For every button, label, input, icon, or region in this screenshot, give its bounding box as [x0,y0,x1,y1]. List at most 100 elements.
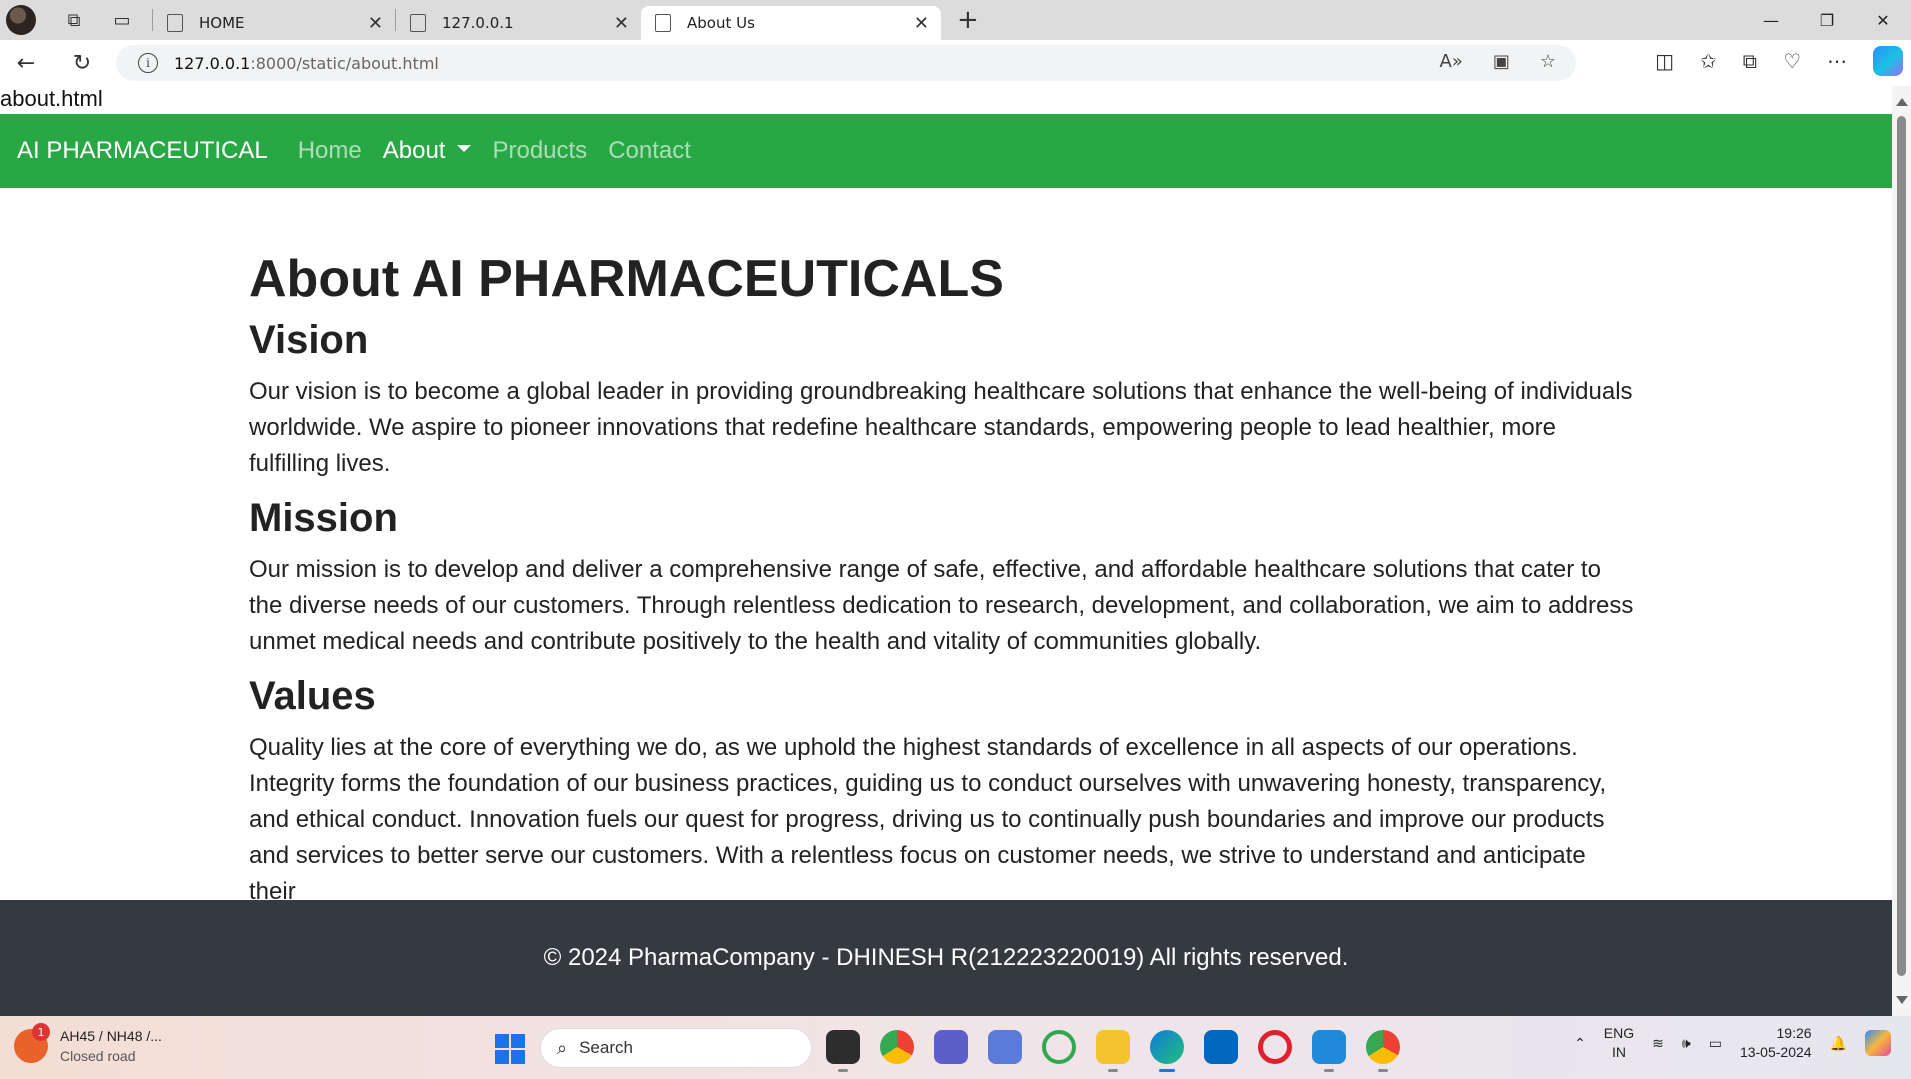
split-screen-icon[interactable]: ◫ [1655,49,1674,73]
loader-app-icon[interactable] [1042,1030,1076,1064]
scroll-down-icon[interactable] [1896,996,1908,1004]
favorite-star-icon[interactable]: ☆ [1540,51,1556,72]
opera-icon[interactable] [1258,1030,1292,1064]
chevron-up-icon[interactable]: ⌃ [1574,1035,1586,1052]
scrollbar-thumb[interactable] [1897,116,1906,976]
windows-logo-tile [495,1050,509,1064]
volume-icon[interactable]: 🕪 [1682,1035,1691,1052]
address-bar[interactable]: i 127.0.0.1 :8000/static/about.html A» ▣… [116,45,1576,81]
profile-avatar[interactable] [6,5,36,35]
notification-badge: 1 [32,1023,50,1041]
task-view-icon[interactable] [826,1030,860,1072]
windows-logo-tile [511,1050,525,1064]
url-path: :8000/static/about.html [250,53,439,73]
section-title-vision: Vision [249,318,369,362]
navbar-brand[interactable]: AI PHARMACEUTICAL [17,137,268,165]
workspaces-icon[interactable]: ⧉ [56,2,92,38]
copilot-taskbar-icon[interactable] [1865,1030,1891,1056]
page-viewport: about.html AI PHARMACEUTICAL Home About … [0,86,1892,1016]
tab-actions-icon[interactable]: ▭ [104,2,140,38]
page-heading: About AI PHARMACEUTICALS [249,250,1004,308]
clock-time: 19:26 [1776,1025,1812,1041]
wifi-icon[interactable]: ≋ [1652,1035,1664,1052]
page-icon [655,14,671,32]
restore-icon[interactable]: ❐ [1799,0,1855,40]
site-footer: © 2024 PharmaCompany - DHINESH R(2122232… [0,900,1892,1016]
language-code: ENG [1603,1025,1635,1041]
traffic-title: AH45 / NH48 /... [60,1028,162,1044]
vscode-icon[interactable] [1312,1030,1346,1072]
favorites-icon[interactable]: ✩ [1700,49,1717,73]
window-controls: — ❐ ✕ [1743,0,1911,40]
footer-text: © 2024 PharmaCompany - DHINESH R(2122232… [543,944,1349,971]
nav-link-home[interactable]: Home [298,137,362,165]
region-code: IN [1611,1044,1626,1060]
close-icon[interactable]: ✕ [368,13,383,34]
traffic-widget[interactable]: 1 AH45 / NH48 /... Closed road [14,1023,162,1066]
tab-about-us[interactable]: About Us ✕ [641,6,941,40]
teams-icon[interactable] [934,1030,968,1064]
tab-title: HOME [199,14,245,32]
new-tab-icon[interactable]: + [957,5,979,35]
search-icon: ⌕ [557,1037,568,1059]
start-button[interactable] [495,1034,525,1064]
site-navbar: AI PHARMACEUTICAL Home About Products Co… [0,114,1892,188]
page-icon [167,14,183,32]
browser-toolbar: ← ↻ i 127.0.0.1 :8000/static/about.html … [0,40,1911,86]
windows-logo-tile [495,1034,509,1048]
nav-link-products[interactable]: Products [492,137,587,165]
clock-date: 13-05-2024 [1739,1044,1812,1060]
microsoft-store-icon[interactable] [1204,1030,1238,1064]
collections-icon[interactable]: ⧉ [1743,49,1757,73]
about-content: About AI PHARMACEUTICALS Vision Our visi… [249,248,1639,922]
section-title-mission: Mission [249,496,398,540]
minimize-icon[interactable]: — [1743,0,1799,40]
windows-taskbar: 1 AH45 / NH48 /... Closed road ⌕ Search … [0,1016,1911,1079]
back-icon[interactable]: ← [6,43,46,83]
page-scrollbar[interactable] [1892,86,1911,1016]
chrome-icon[interactable] [880,1030,914,1064]
battery-icon[interactable]: ▭ [1709,1035,1722,1052]
nav-link-about[interactable]: About [383,137,472,165]
refresh-icon[interactable]: ↻ [62,43,102,83]
arc-app-icon[interactable] [988,1030,1022,1064]
close-window-icon[interactable]: ✕ [1855,0,1911,40]
traffic-text: AH45 / NH48 /... Closed road [60,1026,162,1066]
page-icon [410,14,426,32]
traffic-status: Closed road [60,1048,136,1064]
more-menu-icon[interactable]: ⋯ [1827,49,1847,73]
read-aloud-icon[interactable]: A» [1440,51,1463,72]
copilot-icon[interactable] [1873,46,1903,76]
edge-icon[interactable] [1150,1030,1184,1072]
taskbar-apps [826,1030,1400,1072]
caret-down-icon [457,145,472,153]
notification-bell-icon[interactable]: 🔔 [1830,1035,1847,1052]
taskbar-search[interactable]: ⌕ Search [540,1028,812,1068]
address-bar-tools: A» ▣ ☆ [1440,51,1556,72]
immersive-reader-icon[interactable]: ▣ [1493,51,1510,72]
close-icon[interactable]: ✕ [914,13,929,34]
system-tray: ⌃ ENG IN ≋ 🕪 ▭ 19:26 13-05-2024 🔔 [1574,1024,1891,1062]
search-label: Search [579,1038,633,1057]
clock[interactable]: 19:26 13-05-2024 [1740,1024,1812,1062]
close-icon[interactable]: ✕ [614,13,629,34]
section-text-vision: Our vision is to become a global leader … [249,378,1633,477]
tab-home[interactable]: HOME ✕ [153,6,395,40]
file-explorer-icon[interactable] [1096,1030,1130,1072]
tab-localhost[interactable]: 127.0.0.1 ✕ [396,6,641,40]
tab-title: About Us [687,14,755,32]
chrome-profile-icon[interactable] [1366,1030,1400,1072]
browser-right-tools: ◫ ✩ ⧉ ♡ ⋯ [1655,46,1903,76]
tab-title: 127.0.0.1 [442,14,514,32]
windows-logo-tile [511,1034,525,1048]
site-info-icon[interactable]: i [138,53,158,73]
scroll-up-icon[interactable] [1896,98,1908,106]
language-indicator[interactable]: ENG IN [1604,1024,1634,1062]
nav-link-about-label: About [382,137,446,164]
nav-link-contact[interactable]: Contact [608,137,691,165]
traffic-icon: 1 [14,1023,50,1063]
browser-essentials-icon[interactable]: ♡ [1783,49,1801,73]
page-filename-text: about.html [0,86,103,111]
section-text-values: Quality lies at the core of everything w… [249,734,1607,905]
section-text-mission: Our mission is to develop and deliver a … [249,556,1634,655]
